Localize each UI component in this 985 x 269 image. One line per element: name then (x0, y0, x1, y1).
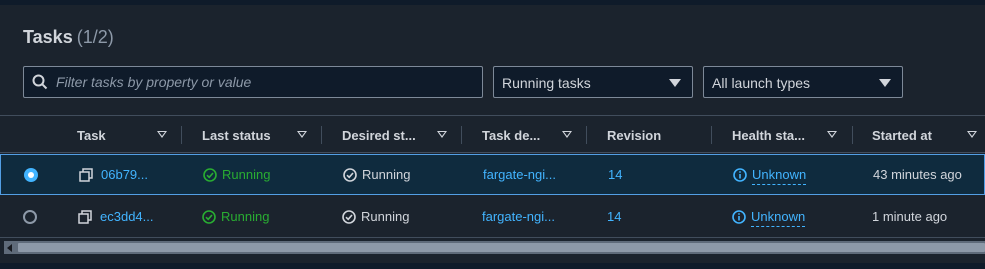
caret-down-icon (669, 79, 681, 87)
column-divider[interactable] (321, 126, 322, 144)
horizontal-scrollbar[interactable] (4, 241, 985, 254)
check-circle-icon (203, 168, 217, 182)
task-definition-link[interactable]: fargate-ngi... (483, 167, 556, 182)
started-at: 43 minutes ago (873, 167, 962, 182)
copy-icon[interactable] (79, 168, 93, 182)
column-divider[interactable] (461, 126, 462, 144)
sort-icon[interactable] (157, 131, 167, 138)
table-row-selected[interactable]: 06b79... Running Running fargate-ngi... … (0, 154, 985, 195)
last-status: Running (202, 209, 269, 224)
check-circle-icon (343, 168, 357, 182)
table-row[interactable]: ec3dd4... Running Running fargate-ngi...… (0, 197, 985, 238)
task-id-link[interactable]: 06b79... (101, 167, 148, 182)
column-header-revision[interactable]: Revision (607, 116, 702, 153)
check-circle-icon (342, 210, 356, 224)
column-divider[interactable] (586, 126, 587, 144)
launch-type-dropdown[interactable]: All launch types (703, 66, 903, 98)
tasks-panel: Tasks(1/2) Running tasks All launch type… (0, 5, 985, 263)
revision-link[interactable]: 14 (608, 167, 622, 182)
column-header-started-at[interactable]: Started at (872, 116, 982, 153)
row-radio[interactable] (23, 210, 37, 224)
column-header-desired-status[interactable]: Desired st... (342, 116, 452, 153)
sort-icon[interactable] (827, 131, 837, 138)
caret-down-icon (879, 79, 891, 87)
scroll-left-arrow-icon[interactable] (7, 244, 12, 252)
filter-search[interactable] (23, 66, 483, 98)
desired-status: Running (343, 167, 410, 182)
task-count: (1/2) (76, 27, 114, 47)
column-header-last-status[interactable]: Last status (202, 116, 312, 153)
status-dropdown-value: Running tasks (502, 75, 591, 91)
sort-icon[interactable] (967, 131, 977, 138)
panel-title: Tasks (1/2) (23, 27, 114, 48)
scrollbar-thumb[interactable] (18, 243, 985, 252)
started-at: 1 minute ago (872, 209, 948, 224)
row-radio-selected[interactable] (24, 168, 38, 182)
sort-icon[interactable] (437, 131, 447, 138)
column-divider[interactable] (181, 126, 182, 144)
info-icon (732, 210, 746, 224)
column-divider[interactable] (852, 126, 853, 144)
copy-icon[interactable] (78, 210, 92, 224)
sort-icon[interactable] (562, 131, 572, 138)
launch-type-dropdown-value: All launch types (712, 75, 811, 91)
column-divider[interactable] (711, 126, 712, 144)
health-status[interactable]: Unknown (732, 209, 806, 227)
task-definition-link[interactable]: fargate-ngi... (482, 209, 555, 224)
search-input[interactable] (56, 68, 476, 96)
desired-status: Running (342, 209, 409, 224)
check-circle-icon (202, 210, 216, 224)
sort-icon[interactable] (297, 131, 307, 138)
last-status: Running (203, 167, 270, 182)
health-status[interactable]: Unknown (733, 167, 807, 185)
table-header: Task Last status Desired st... Task de..… (0, 115, 985, 153)
column-header-task-definition[interactable]: Task de... (482, 116, 577, 153)
task-id-link[interactable]: ec3dd4... (100, 209, 154, 224)
column-header-health-status[interactable]: Health sta... (732, 116, 847, 153)
panel-title-text: Tasks (23, 27, 73, 47)
revision-link[interactable]: 14 (607, 209, 621, 224)
info-icon (733, 168, 747, 182)
status-dropdown[interactable]: Running tasks (493, 66, 693, 98)
column-header-task[interactable]: Task (77, 116, 173, 153)
search-icon (32, 74, 48, 90)
